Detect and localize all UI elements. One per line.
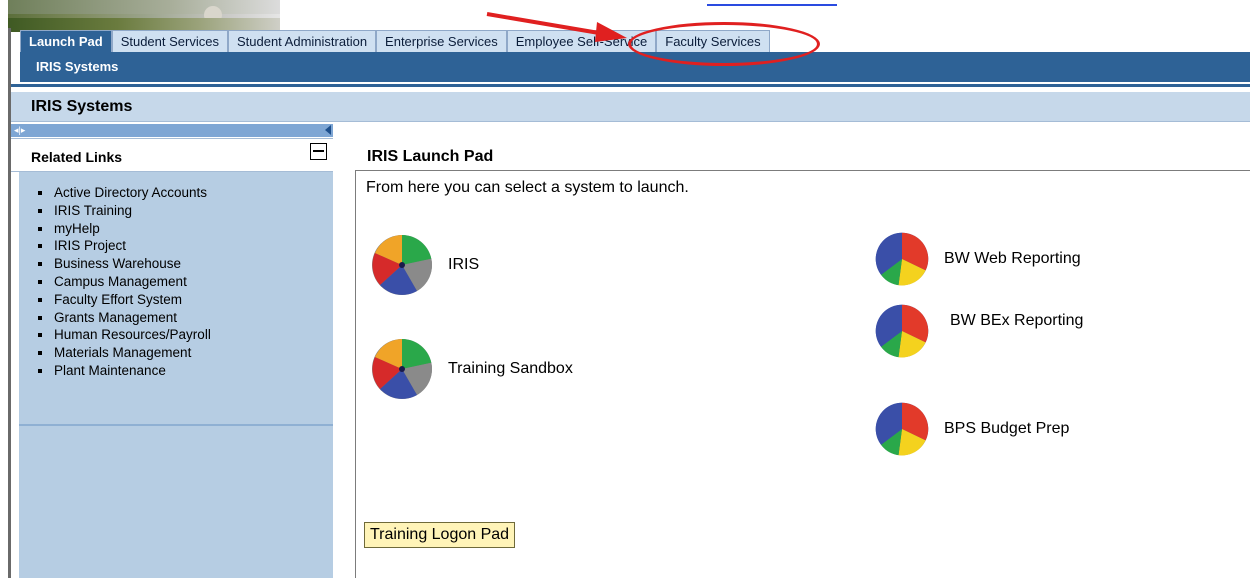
bw-pie-icon[interactable] — [874, 401, 930, 457]
related-links-title: Related Links — [31, 149, 123, 165]
header-banner-image — [8, 0, 280, 32]
system-label[interactable]: Training Sandbox — [448, 360, 573, 378]
related-link[interactable]: IRIS Training — [37, 202, 211, 220]
sap-pie-icon[interactable] — [370, 233, 434, 297]
related-link[interactable]: Human Resources/Payroll — [37, 326, 211, 344]
system-bw-bex-reporting[interactable]: BW BEx Reporting — [874, 303, 1083, 359]
sub-navigation: IRIS Systems — [20, 52, 1250, 82]
related-link[interactable]: Grants Management — [37, 309, 211, 327]
nav-item-iris-systems[interactable]: IRIS Systems — [36, 59, 118, 74]
related-link[interactable]: Plant Maintenance — [37, 362, 211, 380]
related-links-header: Related Links — [11, 138, 333, 172]
page-title: IRIS Systems — [31, 98, 133, 115]
collapse-panel-arrow-icon[interactable] — [325, 125, 331, 135]
system-label[interactable]: BPS Budget Prep — [944, 420, 1069, 438]
tab-student-services[interactable]: Student Services — [111, 30, 228, 52]
training-logon-pad-button[interactable]: Training Logon Pad — [364, 522, 516, 548]
system-label[interactable]: BW BEx Reporting — [950, 312, 1083, 330]
system-label[interactable]: IRIS — [448, 256, 479, 274]
nav-divider — [11, 84, 1250, 87]
related-link[interactable]: Campus Management — [37, 273, 211, 291]
panel-toggle-bar[interactable]: ◂|▸ — [11, 124, 333, 137]
top-link-underline[interactable] — [707, 4, 837, 6]
panel-separator — [19, 424, 333, 426]
related-links-list: Active Directory Accounts IRIS Training … — [37, 184, 211, 380]
annotation-arrow-icon — [486, 12, 627, 42]
sap-pie-icon[interactable] — [370, 337, 434, 401]
system-label[interactable]: BW Web Reporting — [944, 250, 1081, 268]
annotation-highlight-ellipse — [628, 22, 820, 66]
system-training-sandbox[interactable]: Training Sandbox — [370, 337, 573, 401]
system-iris[interactable]: IRIS — [370, 233, 479, 297]
system-bps-budget-prep[interactable]: BPS Budget Prep — [874, 401, 1069, 457]
tab-student-administration[interactable]: Student Administration — [227, 30, 377, 52]
minimize-button[interactable] — [310, 143, 327, 160]
related-link[interactable]: Active Directory Accounts — [37, 184, 211, 202]
related-link[interactable]: Materials Management — [37, 344, 211, 362]
page-title-bar: IRIS Systems — [11, 92, 1250, 122]
related-link[interactable]: myHelp — [37, 220, 211, 238]
tab-launch-pad[interactable]: Launch Pad — [20, 30, 112, 52]
launch-pad-title: IRIS Launch Pad — [367, 148, 494, 165]
system-bw-web-reporting[interactable]: BW Web Reporting — [874, 231, 1081, 287]
panel-resize-arrows-icon[interactable]: ◂|▸ — [14, 124, 25, 137]
page: Launch Pad Student Services Student Admi… — [0, 0, 1250, 578]
intro-text: From here you can select a system to lau… — [366, 179, 689, 196]
related-link[interactable]: Business Warehouse — [37, 255, 211, 273]
bw-pie-icon[interactable] — [874, 303, 930, 359]
bw-pie-icon[interactable] — [874, 231, 930, 287]
launch-pad-header: IRIS Launch Pad — [355, 142, 1250, 170]
related-link[interactable]: IRIS Project — [37, 237, 211, 255]
related-links-panel: Active Directory Accounts IRIS Training … — [19, 172, 333, 578]
related-link[interactable]: Faculty Effort System — [37, 291, 211, 309]
launch-pad-content: From here you can select a system to lau… — [355, 170, 1250, 578]
